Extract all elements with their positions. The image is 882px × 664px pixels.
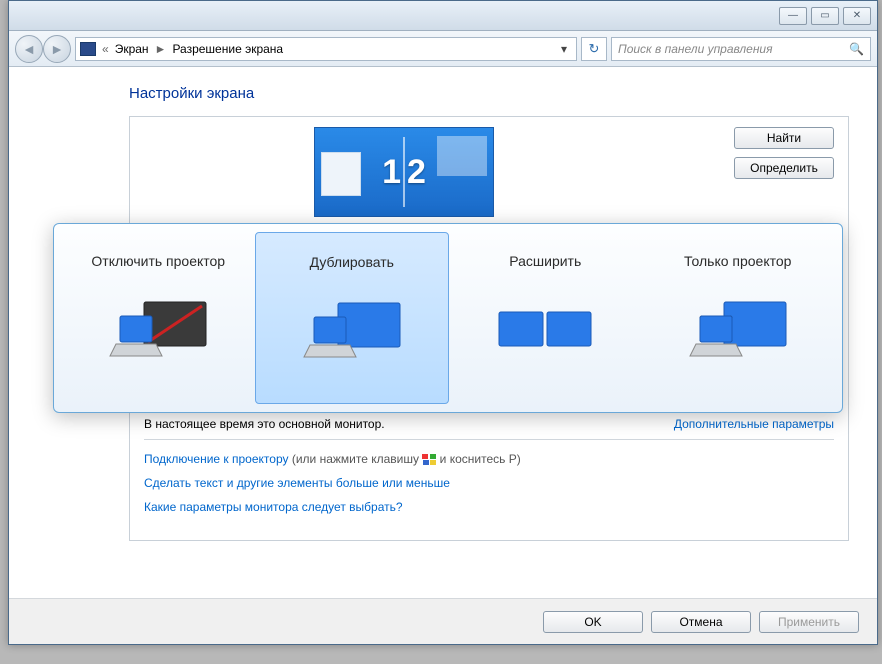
display-preview[interactable]: 1 2	[314, 127, 494, 217]
link-hint: (или нажмите клавишу	[289, 452, 423, 466]
option-label: Дублировать	[310, 243, 394, 281]
search-input[interactable]: Поиск в панели управления 🔍	[611, 37, 871, 61]
breadcrumb-screen[interactable]: Экран	[115, 42, 149, 56]
dialog-footer: OK Отмена Применить	[9, 598, 877, 644]
cancel-button[interactable]: Отмена	[651, 611, 751, 633]
display-number-2: 2	[407, 153, 426, 192]
ok-button[interactable]: OK	[543, 611, 643, 633]
display-number-1: 1	[382, 153, 401, 192]
navigation-bar: ◄ ► « Экран ► Разрешение экрана ▾ ↻ Поис…	[9, 31, 877, 67]
duplicate-icon	[292, 295, 412, 375]
search-icon: 🔍	[849, 42, 864, 56]
option-label: Расширить	[509, 242, 581, 280]
maximize-button[interactable]: ▭	[811, 7, 839, 25]
search-placeholder: Поиск в панели управления	[618, 42, 773, 56]
nav-back-button[interactable]: ◄	[15, 35, 43, 63]
breadcrumb-sep: «	[102, 42, 109, 56]
projector-option-extend[interactable]: Расширить	[449, 232, 642, 404]
detect-button[interactable]: Определить	[734, 157, 834, 179]
nav-arrows: ◄ ►	[15, 35, 71, 63]
text-size-link[interactable]: Сделать текст и другие элементы больше и…	[144, 476, 834, 490]
link-hint: и коснитесь P)	[436, 452, 520, 466]
option-label: Только проектор	[684, 242, 791, 280]
breadcrumb-resolution[interactable]: Разрешение экрана	[172, 42, 283, 56]
preview-divider	[403, 137, 405, 207]
preview-window-icon	[321, 152, 361, 196]
primary-monitor-status: В настоящее время это основной монитор.	[144, 417, 385, 431]
projector-only-icon	[678, 294, 798, 374]
minimize-button[interactable]: —	[779, 7, 807, 25]
find-button[interactable]: Найти	[734, 127, 834, 149]
projector-option-duplicate[interactable]: Дублировать	[255, 232, 450, 404]
page-title: Настройки экрана	[129, 85, 849, 102]
extend-icon	[485, 294, 605, 374]
breadcrumb-sep: ►	[155, 42, 167, 56]
status-row: Дополнительные параметры В настоящее вре…	[144, 417, 834, 431]
disconnect-projector-icon	[98, 294, 218, 374]
address-bar[interactable]: « Экран ► Разрешение экрана ▾	[75, 37, 577, 61]
refresh-button[interactable]: ↻	[581, 37, 607, 61]
monitor-params-link[interactable]: Какие параметры монитора следует выбрать…	[144, 500, 834, 514]
window-titlebar: — ▭ ✕	[9, 1, 877, 31]
projector-option-disconnect[interactable]: Отключить проектор	[62, 232, 255, 404]
option-label: Отключить проектор	[91, 242, 225, 280]
link-text: Подключение к проектору	[144, 452, 289, 466]
control-panel-window: — ▭ ✕ ◄ ► « Экран ► Разрешение экрана ▾ …	[8, 0, 878, 645]
nav-forward-button[interactable]: ►	[43, 35, 71, 63]
windows-key-icon	[422, 454, 436, 465]
projector-connection-link[interactable]: Подключение к проектору (или нажмите кла…	[144, 452, 834, 466]
advanced-parameters-link[interactable]: Дополнительные параметры	[674, 417, 834, 431]
apply-button[interactable]: Применить	[759, 611, 859, 633]
address-dropdown-icon[interactable]: ▾	[556, 42, 572, 56]
divider	[144, 439, 834, 440]
projector-option-projector-only[interactable]: Только проектор	[642, 232, 835, 404]
preview-window-icon	[437, 136, 487, 176]
projector-mode-popup: Отключить проектор Дублировать Расширить	[53, 223, 843, 413]
display-icon	[80, 42, 96, 56]
close-button[interactable]: ✕	[843, 7, 871, 25]
